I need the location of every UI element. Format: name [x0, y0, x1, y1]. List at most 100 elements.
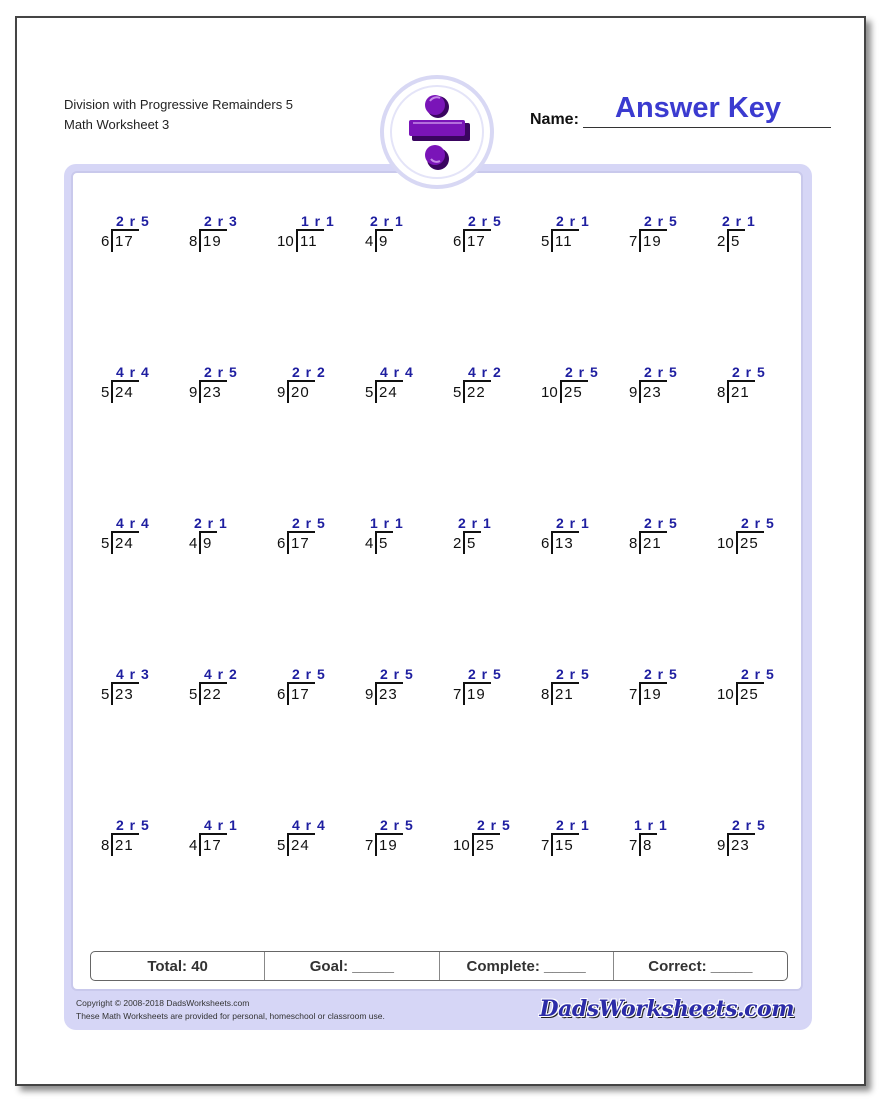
division-problem: 2 r 5 6 17	[277, 666, 365, 716]
answer-quotient: 2 r 1	[556, 817, 590, 833]
answer-quotient: 2 r 1	[556, 515, 590, 531]
divisor: 8	[717, 384, 726, 401]
name-field: Name: Answer Key	[530, 92, 832, 128]
division-problem: 2 r 5 9 23	[189, 364, 277, 414]
division-problem: 2 r 2 9 20	[277, 364, 365, 414]
division-problem: 2 r 5 6 17	[277, 515, 365, 565]
divisor: 9	[189, 384, 198, 401]
dividend: 23	[643, 384, 662, 401]
divisor: 5	[453, 384, 462, 401]
dividend: 23	[731, 837, 750, 854]
copyright-block: Copyright © 2008-2018 DadsWorksheets.com…	[76, 997, 385, 1023]
division-problem: 1 r 1 10 11	[277, 213, 365, 263]
division-problem: 2 r 5 10 25	[453, 817, 541, 867]
divisor: 8	[189, 233, 198, 250]
dividend: 5	[731, 233, 741, 250]
division-problem: 4 r 3 5 23	[101, 666, 189, 716]
dividend: 15	[555, 837, 574, 854]
answer-quotient: 2 r 1	[458, 515, 492, 531]
answer-quotient: 2 r 5	[116, 817, 150, 833]
answer-quotient: 4 r 4	[116, 364, 150, 380]
divisor: 5	[277, 837, 286, 854]
divisor: 4	[189, 535, 198, 552]
divisor: 4	[365, 233, 374, 250]
answer-quotient: 2 r 5	[732, 364, 766, 380]
answer-quotient: 2 r 5	[644, 666, 678, 682]
dividend: 5	[379, 535, 389, 552]
divisor: 7	[629, 837, 638, 854]
answer-quotient: 2 r 5	[644, 364, 678, 380]
dividend: 24	[115, 535, 134, 552]
name-underline	[583, 127, 831, 128]
score-complete: Complete: _____	[440, 952, 614, 980]
divisor: 7	[629, 686, 638, 703]
answer-quotient: 2 r 5	[565, 364, 599, 380]
dividend: 21	[643, 535, 662, 552]
divisor: 5	[101, 686, 110, 703]
name-label: Name:	[530, 111, 579, 128]
dividend: 17	[115, 233, 134, 250]
dividend: 22	[467, 384, 486, 401]
division-problem: 2 r 1 5 11	[541, 213, 629, 263]
dividend: 20	[291, 384, 310, 401]
division-problem: 2 r 5 8 21	[717, 364, 805, 414]
brand-logo: DadsWorksheets.com	[539, 996, 795, 1022]
dividend: 17	[291, 535, 310, 552]
problem-area: 2 r 5 6 17 2 r 3 8 19 1 r 1 10 11 2 r 1492 r 5 6 17…	[71, 171, 803, 991]
divisor: 4	[365, 535, 374, 552]
division-problem: 2 r 5 7 19	[365, 817, 453, 867]
score-bar: Total: 40 Goal: _____ Complete: _____ Co…	[90, 951, 788, 981]
answer-quotient: 2 r 5	[204, 364, 238, 380]
score-correct: Correct: _____	[648, 957, 753, 975]
divisor: 7	[629, 233, 638, 250]
divisor: 2	[453, 535, 462, 552]
answer-quotient: 4 r 2	[468, 364, 502, 380]
division-problem: 2 r 1 49	[365, 213, 453, 263]
division-problem: 2 r 5 10 25	[717, 515, 805, 565]
answer-quotient: 2 r 5	[732, 817, 766, 833]
divisor: 5	[101, 384, 110, 401]
division-problem: 2 r 1 25	[453, 515, 541, 565]
divisor: 8	[629, 535, 638, 552]
divisor: 6	[453, 233, 462, 250]
dividend: 25	[740, 686, 759, 703]
score-goal: Goal: _____	[265, 952, 440, 980]
divisor: 9	[717, 837, 726, 854]
divisor: 7	[365, 837, 374, 854]
division-problem: 2 r 5 8 21	[541, 666, 629, 716]
dividend: 23	[203, 384, 222, 401]
dividend: 22	[203, 686, 222, 703]
dividend: 9	[379, 233, 389, 250]
dividend: 21	[555, 686, 574, 703]
division-problem: 2 r 5 7 19	[629, 213, 717, 263]
division-problem: 2 r 5 10 25	[717, 666, 805, 716]
division-problem: 2 r 5 9 23	[365, 666, 453, 716]
dividend: 17	[291, 686, 310, 703]
division-problem: 4 r 2 5 22	[453, 364, 541, 414]
answer-quotient: 2 r 1	[556, 213, 590, 229]
dividend: 17	[203, 837, 222, 854]
division-problem: 4 r 1 4 17	[189, 817, 277, 867]
division-problem: 2 r 5 6 17	[453, 213, 541, 263]
division-problem: 4 r 4 5 24	[365, 364, 453, 414]
divisor: 9	[365, 686, 374, 703]
divisor: 4	[189, 837, 198, 854]
dividend: 5	[467, 535, 477, 552]
answer-quotient: 1 r 1	[370, 515, 404, 531]
answer-quotient: 2 r 5	[477, 817, 511, 833]
divisor: 10	[717, 535, 734, 552]
answer-quotient: 2 r 5	[380, 666, 414, 682]
dividend: 19	[643, 686, 662, 703]
division-sign-icon	[409, 95, 470, 170]
answer-quotient: 2 r 5	[644, 515, 678, 531]
dividend: 13	[555, 535, 574, 552]
divisor: 6	[541, 535, 550, 552]
division-problem: 2 r 5 10 25	[541, 364, 629, 414]
answer-key-text: Answer Key	[615, 92, 782, 124]
division-problem: 2 r 5 9 23	[717, 817, 805, 867]
answer-quotient: 4 r 2	[204, 666, 238, 682]
answer-quotient: 2 r 5	[644, 213, 678, 229]
divisor: 10	[541, 384, 558, 401]
answer-quotient: 2 r 5	[292, 515, 326, 531]
dividend: 25	[476, 837, 495, 854]
